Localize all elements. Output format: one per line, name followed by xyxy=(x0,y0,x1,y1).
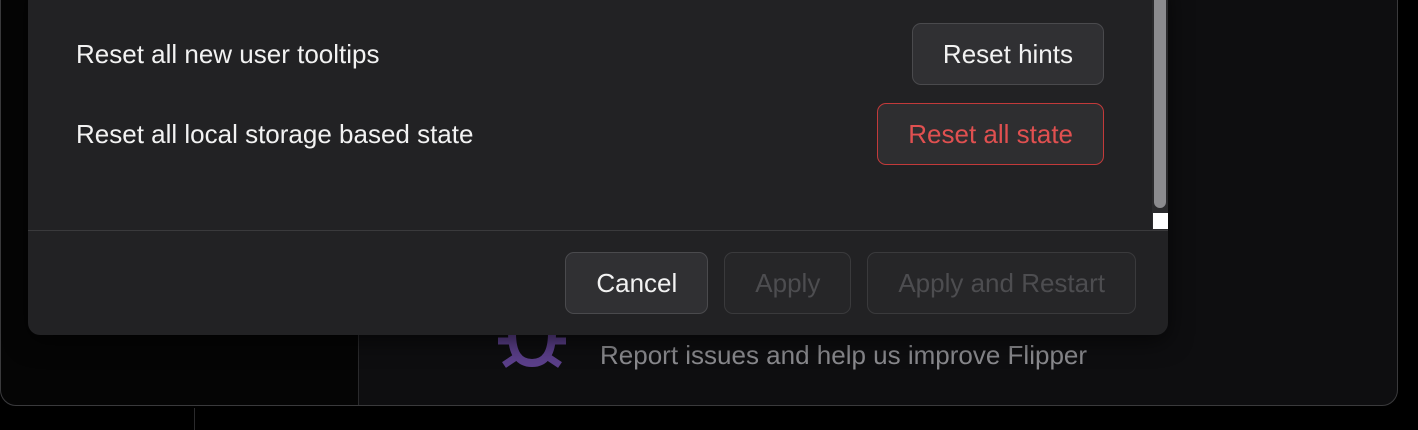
dialog-footer: Cancel Apply Apply and Restart xyxy=(565,252,1136,314)
reset-state-row: Reset all local storage based state Rese… xyxy=(76,102,1104,166)
reset-tooltips-row: Reset all new user tooltips Reset hints xyxy=(76,22,1104,86)
scrollbar-corner xyxy=(1153,213,1168,229)
desktop-strip xyxy=(0,408,1418,430)
settings-scrollbar[interactable] xyxy=(1152,0,1168,230)
apply-and-restart-button[interactable]: Apply and Restart xyxy=(867,252,1136,314)
reset-hints-button[interactable]: Reset hints xyxy=(911,23,1104,85)
reset-state-label: Reset all local storage based state xyxy=(76,118,474,149)
desktop-divider xyxy=(194,408,195,430)
screen: Report issues and help us improve Flippe… xyxy=(0,0,1418,430)
reset-all-state-button[interactable]: Reset all state xyxy=(877,103,1104,165)
settings-body: Reset all new user tooltips Reset hints … xyxy=(28,0,1154,230)
apply-button[interactable]: Apply xyxy=(724,252,852,314)
reset-tooltips-label: Reset all new user tooltips xyxy=(76,38,380,69)
footer-divider xyxy=(28,230,1168,231)
cancel-button[interactable]: Cancel xyxy=(565,252,709,314)
report-issues-text: Report issues and help us improve Flippe… xyxy=(600,340,1088,370)
scrollbar-thumb[interactable] xyxy=(1154,0,1166,208)
settings-dialog: Reset all new user tooltips Reset hints … xyxy=(28,0,1168,335)
